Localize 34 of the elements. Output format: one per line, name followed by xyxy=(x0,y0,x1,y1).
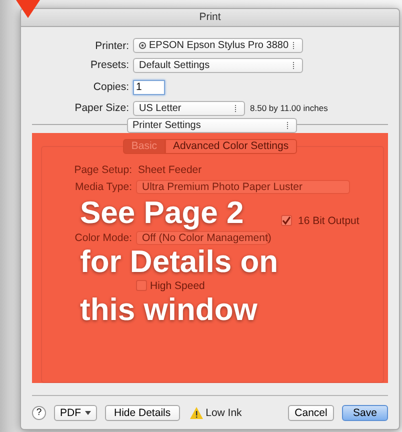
checkbox-label: High Speed xyxy=(150,280,205,292)
media-type-popup[interactable]: Ultra Premium Photo Paper Luster xyxy=(136,180,350,194)
arrow-icon xyxy=(16,0,40,18)
footer-button[interactable]: PDF xyxy=(54,405,97,421)
field-label: Presets: xyxy=(89,59,130,71)
bit-output-checkbox[interactable]: 16 Bit Output xyxy=(281,214,360,226)
window-title: Print xyxy=(21,9,399,27)
field-label: Color Mode: xyxy=(74,232,133,244)
help-button[interactable]: ? xyxy=(32,406,46,420)
tab[interactable]: Advanced Color Settings xyxy=(165,139,297,154)
field-label: Printer: xyxy=(94,40,130,52)
checkbox[interactable] xyxy=(281,215,292,226)
warning-icon xyxy=(190,407,203,419)
caption-line: for Details on xyxy=(80,244,278,278)
field-label: Media Type: xyxy=(74,180,133,192)
printer-icon xyxy=(139,42,146,49)
footer-button[interactable]: Hide Details xyxy=(105,405,180,421)
footer-button[interactable]: Save xyxy=(342,405,388,421)
caption-line: See Page 2 xyxy=(80,195,244,230)
page-setup-value: Sheet Feeder xyxy=(138,164,202,176)
panel-menu-popup[interactable]: Printer Settings xyxy=(126,118,296,132)
copies-field[interactable]: 1 xyxy=(133,80,165,94)
field-label: Page Setup: xyxy=(73,164,133,176)
printer-popup[interactable]: EPSON Epson Stylus Pro 3880 xyxy=(133,38,303,53)
presets-popup[interactable]: Default Settings xyxy=(133,58,303,72)
warning-text: Low Ink xyxy=(206,407,242,419)
caption-line: this window xyxy=(80,292,258,327)
paper-size-popup[interactable]: US Letter xyxy=(133,100,245,116)
field-label: Copies: xyxy=(92,81,130,93)
field-label: Paper Size: xyxy=(74,102,130,114)
footer-button[interactable]: Cancel xyxy=(288,405,334,421)
checkbox[interactable] xyxy=(136,280,147,291)
caret-icon xyxy=(85,411,91,415)
paper-dimensions: 8.50 by 11.00 inches xyxy=(250,103,328,113)
